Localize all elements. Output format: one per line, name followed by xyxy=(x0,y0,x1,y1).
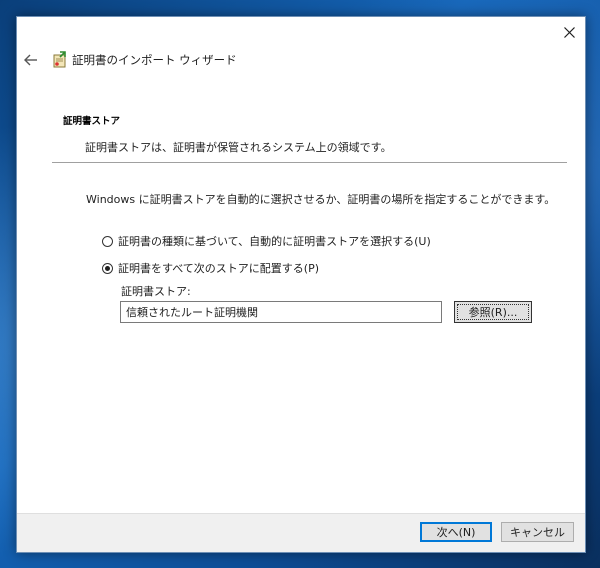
radio-place-in-store[interactable]: 証明書をすべて次のストアに配置する(P) xyxy=(102,260,319,276)
radio-auto-select-store[interactable]: 証明書の種類に基づいて、自動的に証明書ストアを選択する(U) xyxy=(102,233,431,249)
back-button[interactable] xyxy=(21,51,41,69)
header-divider xyxy=(52,162,567,163)
store-input[interactable]: 信頼されたルート証明機関 xyxy=(120,301,442,323)
cancel-button[interactable]: キャンセル xyxy=(501,522,574,542)
close-button[interactable] xyxy=(553,17,585,47)
page-heading: 証明書ストア xyxy=(63,116,121,127)
radio-button-unchecked[interactable] xyxy=(102,235,113,247)
wizard-footer: 次へ(N) キャンセル xyxy=(17,513,585,552)
next-button[interactable]: 次へ(N) xyxy=(420,522,492,542)
window-title: 証明書のインポート ウィザード xyxy=(72,53,237,67)
radio-auto-label: 証明書の種類に基づいて、自動的に証明書ストアを選択する(U) xyxy=(118,235,431,248)
back-arrow-icon xyxy=(24,54,37,66)
close-icon xyxy=(563,26,575,38)
radio-button-checked[interactable] xyxy=(102,262,113,274)
import-wizard-window: 証明書のインポート ウィザード 証明書ストア 証明書ストアは、証明書が保管される… xyxy=(16,16,586,553)
certificate-import-icon xyxy=(53,51,66,68)
instruction-text: Windows に証明書ストアを自動的に選択させるか、証明書の場所を指定すること… xyxy=(86,193,556,206)
wizard-header: 証明書のインポート ウィザード xyxy=(17,47,585,73)
radio-selected-dot xyxy=(105,265,110,271)
page-description: 証明書ストアは、証明書が保管されるシステム上の領域です。 xyxy=(85,141,392,154)
browse-button[interactable]: 参照(R)... xyxy=(454,301,532,323)
store-field-label: 証明書ストア: xyxy=(121,285,191,298)
radio-manual-label: 証明書をすべて次のストアに配置する(P) xyxy=(118,262,320,275)
